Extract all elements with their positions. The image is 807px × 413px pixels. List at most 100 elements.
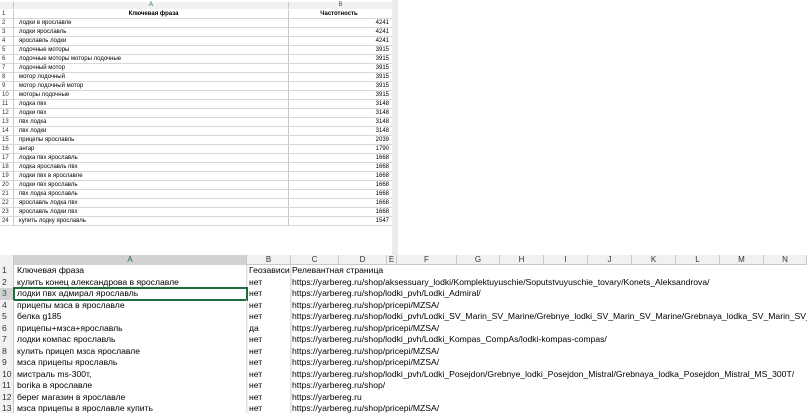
row-number[interactable]: 7 [0, 64, 14, 73]
keyword-cell[interactable]: лодки компас ярославль [14, 334, 247, 346]
vertical-scrollbar[interactable] [392, 0, 398, 255]
row-number[interactable]: 4 [0, 299, 14, 311]
frequency-cell[interactable]: 3148 [289, 118, 393, 127]
keyword-cell[interactable]: лодочный мотор [14, 64, 289, 73]
select-all-corner[interactable] [0, 2, 14, 9]
keyword-cell[interactable]: лодка пвх ярославль [14, 154, 289, 163]
frequency-cell[interactable]: 3915 [289, 64, 393, 73]
row-number[interactable]: 9 [0, 357, 14, 369]
row-number[interactable]: 24 [0, 217, 14, 226]
column-header-l[interactable]: L [676, 255, 720, 265]
column-header-n[interactable]: N [764, 255, 807, 265]
keyword-cell[interactable]: лодочные моторы [14, 46, 289, 55]
keyword-cell[interactable]: лодки пвх в ярославле [14, 172, 289, 181]
keyword-cell[interactable]: лодки в ярославле [14, 19, 289, 28]
geo-dependence-cell[interactable]: нет [247, 345, 291, 357]
active-cell[interactable]: лодки пвх адмирал ярославль [13, 287, 248, 301]
frequency-cell[interactable]: 1668 [289, 208, 393, 217]
keyword-cell[interactable]: ярославль лодка пвх [14, 199, 289, 208]
geo-dependence-cell[interactable]: да [247, 322, 291, 334]
geo-dependence-cell[interactable]: нет [247, 368, 291, 380]
frequency-cell[interactable]: 4241 [289, 19, 393, 28]
column-header-c[interactable]: C [291, 255, 339, 265]
row-number[interactable]: 7 [0, 334, 14, 346]
frequency-cell[interactable]: 1668 [289, 190, 393, 199]
keyword-cell[interactable]: прицепы ярославль [14, 136, 289, 145]
keyword-cell[interactable]: лодки пвх [14, 109, 289, 118]
row-number[interactable]: 12 [0, 391, 14, 403]
relevant-page-cell[interactable]: https://yarbereg.ru/shop/pricepi/MZSA/ [291, 346, 807, 358]
keyword-cell[interactable]: ярославль лодки пвх [14, 208, 289, 217]
frequency-cell[interactable]: 3915 [289, 82, 393, 91]
keyword-cell[interactable]: Ключевая фраза [14, 265, 247, 277]
keyword-cell[interactable]: лодка ярославль пвх [14, 163, 289, 172]
header-cell-keyword[interactable]: Ключевая фраза [14, 10, 289, 19]
frequency-cell[interactable]: 4241 [289, 37, 393, 46]
row-number[interactable]: 10 [0, 368, 14, 380]
row-number[interactable]: 16 [0, 145, 14, 154]
row-number[interactable]: 5 [0, 46, 14, 55]
geo-dependence-cell[interactable]: Геозависи [247, 265, 291, 277]
header-cell-frequency[interactable]: Частотность [289, 10, 393, 19]
frequency-cell[interactable]: 1547 [289, 217, 393, 226]
keyword-cell[interactable]: ангар [14, 145, 289, 154]
geo-dependence-cell[interactable]: нет [247, 391, 291, 403]
row-number[interactable]: 10 [0, 91, 14, 100]
column-header-a[interactable]: A [14, 2, 289, 9]
keyword-cell[interactable]: мотор лодочный мотор [14, 82, 289, 91]
row-number[interactable]: 22 [0, 199, 14, 208]
column-header-h[interactable]: H [500, 255, 544, 265]
relevant-page-cell[interactable]: https://yarbereg.ru/shop/lodki_pvh/Lodki… [291, 288, 807, 300]
row-number[interactable]: 11 [0, 380, 14, 392]
relevant-page-cell[interactable]: https://yarbereg.ru/shop/aksessuary_lodk… [291, 277, 807, 289]
select-all-corner[interactable] [0, 255, 14, 265]
row-number[interactable]: 5 [0, 311, 14, 323]
relevant-page-cell[interactable]: https://yarbereg.ru/shop/pricepi/MZSA/ [291, 357, 807, 369]
row-number[interactable]: 8 [0, 73, 14, 82]
column-header-b[interactable]: B [289, 2, 393, 9]
keyword-cell[interactable]: кулить конец александрова в ярославле [14, 276, 247, 288]
keyword-cell[interactable]: мотор лодочный [14, 73, 289, 82]
row-number[interactable]: 19 [0, 172, 14, 181]
row-number[interactable]: 23 [0, 208, 14, 217]
geo-dependence-cell[interactable]: нет [247, 334, 291, 346]
row-number[interactable]: 1 [0, 265, 14, 277]
row-number[interactable]: 15 [0, 136, 14, 145]
row-number[interactable]: 2 [0, 19, 14, 28]
row-number[interactable]: 21 [0, 190, 14, 199]
frequency-cell[interactable]: 1668 [289, 163, 393, 172]
relevant-page-cell[interactable]: https://yarbereg.ru/shop/pricepi/MZSA/ [291, 323, 807, 335]
relevant-page-cell[interactable]: https://yarbereg.ru/shop/ [291, 380, 807, 392]
frequency-cell[interactable]: 1668 [289, 154, 393, 163]
row-number[interactable]: 18 [0, 163, 14, 172]
keyword-cell[interactable]: мистраль ms-300т, [14, 368, 247, 380]
geo-dependence-cell[interactable]: нет [247, 276, 291, 288]
frequency-cell[interactable]: 1668 [289, 172, 393, 181]
column-header-m[interactable]: M [720, 255, 764, 265]
keyword-cell[interactable]: прицепы мзса в ярославле [14, 299, 247, 311]
relevant-page-cell[interactable]: https://yarbereg.ru/shop/pricepi/MZSA/ [291, 403, 807, 413]
row-number[interactable]: 11 [0, 100, 14, 109]
column-header-j[interactable]: J [588, 255, 632, 265]
geo-dependence-cell[interactable]: нет [247, 357, 291, 369]
row-number[interactable]: 3 [0, 288, 14, 300]
keyword-cell[interactable]: берег магазин в ярославле [14, 391, 247, 403]
row-number[interactable]: 14 [0, 127, 14, 136]
frequency-cell[interactable]: 2039 [289, 136, 393, 145]
row-number[interactable]: 17 [0, 154, 14, 163]
keyword-cell[interactable]: кулить прицеп мзса ярославле [14, 345, 247, 357]
row-number[interactable]: 6 [0, 55, 14, 64]
column-header-e[interactable]: E [387, 255, 397, 265]
frequency-cell[interactable]: 3915 [289, 55, 393, 64]
frequency-cell[interactable]: 3915 [289, 73, 393, 82]
keyword-cell[interactable]: лодки пвх ярославль [14, 181, 289, 190]
frequency-cell[interactable]: 3915 [289, 46, 393, 55]
relevant-page-cell[interactable]: https://yarbereg.ru/shop/lodki_pvh/Lodki… [291, 311, 807, 323]
keyword-cell[interactable]: прицепы+мзса+ярославль [14, 322, 247, 334]
column-header-g[interactable]: G [457, 255, 500, 265]
frequency-cell[interactable]: 1668 [289, 181, 393, 190]
keyword-cell[interactable]: лодки ярославль [14, 28, 289, 37]
relevant-page-cell[interactable]: https://yarbereg.ru/shop/lodki_pvh/Lodki… [291, 334, 807, 346]
geo-dependence-cell[interactable]: нет [247, 288, 291, 300]
frequency-cell[interactable]: 3148 [289, 109, 393, 118]
